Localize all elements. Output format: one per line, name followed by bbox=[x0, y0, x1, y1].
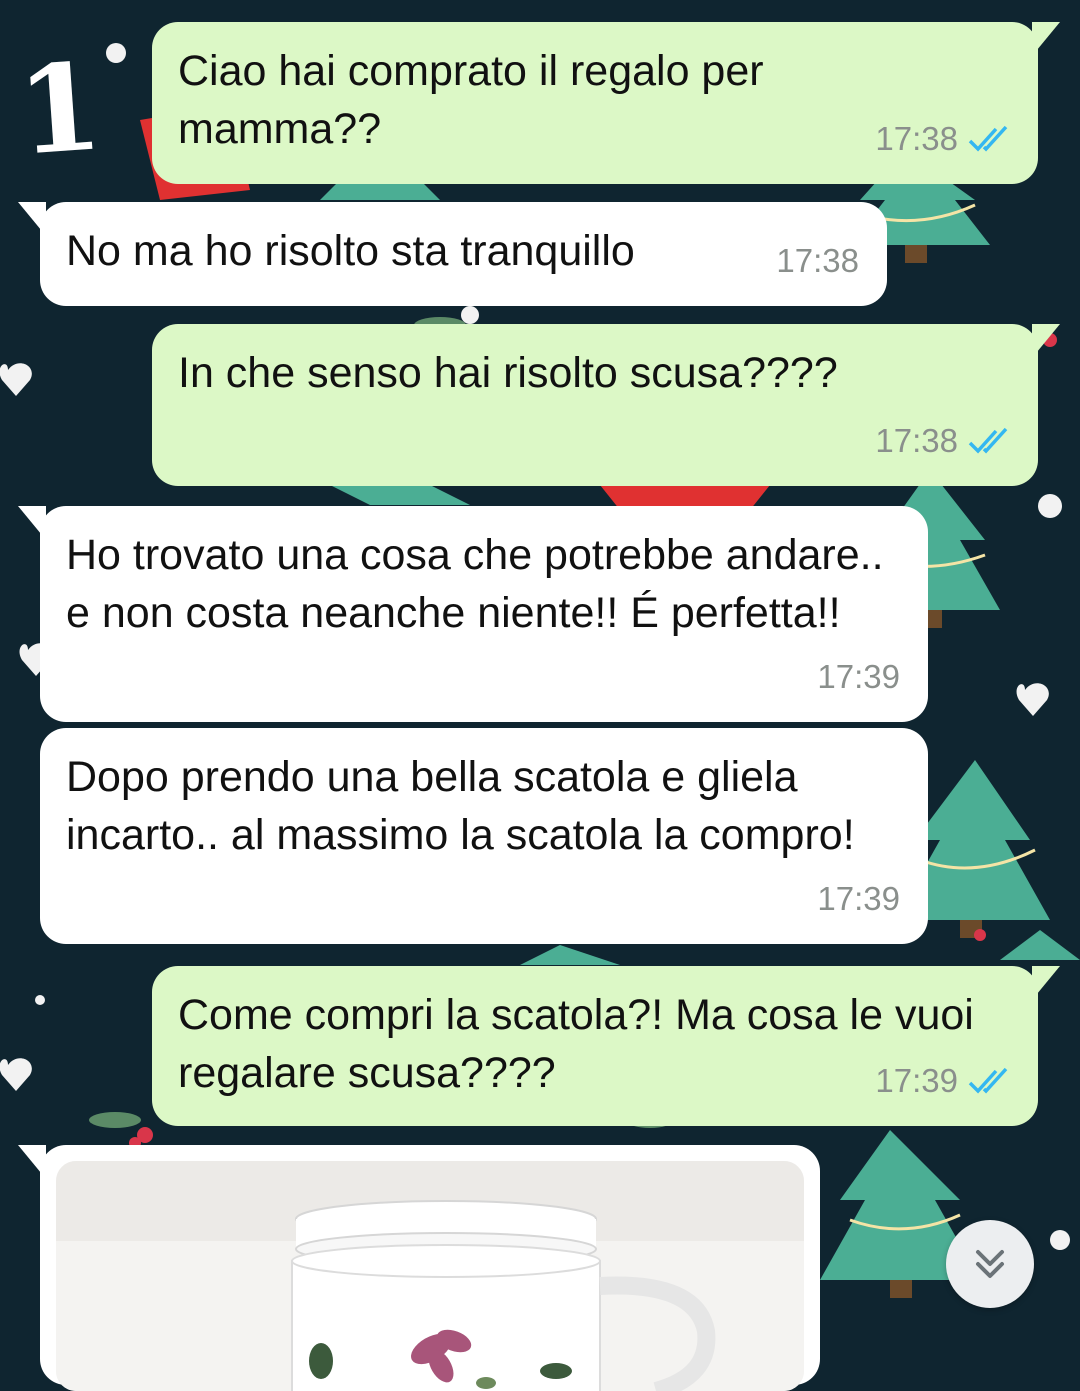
message-time: 17:39 bbox=[875, 1062, 958, 1099]
message-bubble-incoming[interactable]: Dopo prendo una bella scatola e gliela i… bbox=[40, 728, 928, 944]
message-time: 17:38 bbox=[875, 422, 958, 459]
message-time: 17:39 bbox=[817, 658, 900, 695]
message-meta: 17:39 bbox=[817, 648, 900, 706]
message-bubble-outgoing[interactable]: In che senso hai risolto scusa???? 17:38 bbox=[152, 324, 1060, 486]
message-time: 17:38 bbox=[875, 120, 958, 157]
message-meta: 17:39 bbox=[875, 1052, 1012, 1110]
message-time: 17:39 bbox=[817, 880, 900, 917]
message-text: Come compri la scatola?! Ma cosa le vuoi… bbox=[178, 991, 974, 1097]
message-text: No ma ho risolto sta tranquillo bbox=[66, 227, 635, 275]
scroll-to-bottom-button[interactable] bbox=[946, 1220, 1034, 1308]
message-text: Dopo prendo una bella scatola e gliela i… bbox=[66, 753, 855, 859]
annotation-number: 1 bbox=[13, 36, 107, 183]
message-text: Ciao hai comprato il regalo per mamma?? bbox=[178, 47, 764, 153]
message-meta: 17:38 bbox=[776, 232, 859, 290]
double-check-icon bbox=[968, 125, 1008, 152]
message-bubble-outgoing[interactable]: Come compri la scatola?! Ma cosa le vuoi… bbox=[152, 966, 1060, 1126]
message-time: 17:38 bbox=[776, 242, 859, 279]
message-photo[interactable] bbox=[56, 1161, 804, 1391]
double-check-icon bbox=[968, 427, 1008, 454]
image-message-incoming[interactable] bbox=[18, 1145, 820, 1391]
chevrons-down-icon bbox=[976, 1250, 1004, 1278]
double-check-icon bbox=[968, 1067, 1008, 1094]
mug-photo bbox=[56, 1161, 804, 1391]
message-bubble-incoming[interactable]: Ho trovato una cosa che potrebbe andare.… bbox=[18, 506, 928, 722]
message-meta: 17:38 bbox=[875, 412, 1012, 470]
message-meta: 17:38 bbox=[875, 110, 1012, 168]
message-text: In che senso hai risolto scusa???? bbox=[178, 349, 838, 397]
message-meta: 17:39 bbox=[817, 870, 900, 928]
message-bubble-incoming[interactable]: No ma ho risolto sta tranquillo 17:38 bbox=[18, 202, 887, 306]
message-bubble-outgoing[interactable]: Ciao hai comprato il regalo per mamma?? … bbox=[152, 22, 1060, 184]
message-text: Ho trovato una cosa che potrebbe andare.… bbox=[66, 531, 884, 637]
